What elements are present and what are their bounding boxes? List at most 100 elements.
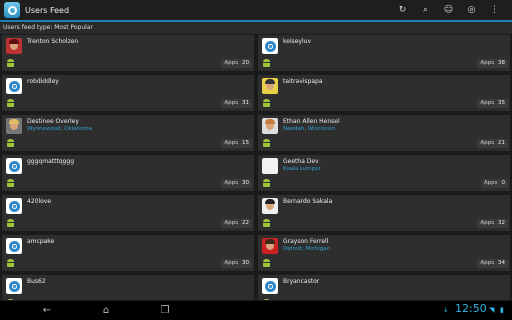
apps-label: Apps bbox=[480, 100, 494, 106]
user-name: Ethan Allen Hensel bbox=[283, 118, 340, 125]
user-card[interactable]: Bryancastor bbox=[258, 275, 510, 300]
android-icon bbox=[6, 99, 15, 107]
avatar[interactable] bbox=[6, 198, 22, 214]
user-card[interactable]: taitravispapa Apps 35 bbox=[258, 75, 510, 111]
back-icon[interactable]: ← bbox=[36, 303, 58, 318]
apps-count: 32 bbox=[498, 220, 505, 226]
profile-icon[interactable]: ☺ bbox=[437, 0, 460, 20]
user-name: amcpake bbox=[27, 238, 55, 245]
apps-count-badge: Apps 38 bbox=[477, 59, 508, 68]
avatar[interactable] bbox=[262, 198, 278, 214]
user-card[interactable]: gggqmatttqggg Apps 30 bbox=[2, 155, 254, 191]
apps-count: 20 bbox=[242, 60, 249, 66]
user-name: Bryancastor bbox=[283, 278, 320, 285]
avatar[interactable] bbox=[6, 118, 22, 134]
app-logo-icon[interactable] bbox=[4, 2, 20, 18]
apps-label: Apps bbox=[480, 60, 494, 66]
apps-label: Apps bbox=[480, 220, 494, 226]
apps-label: Apps bbox=[480, 260, 494, 266]
android-icon bbox=[262, 179, 271, 187]
apps-count-badge: Apps 15 bbox=[221, 139, 252, 148]
avatar[interactable] bbox=[6, 278, 22, 294]
clock: 12:50 bbox=[455, 302, 487, 315]
avatar[interactable] bbox=[262, 78, 278, 94]
apps-label: Apps bbox=[483, 180, 498, 186]
avatar[interactable] bbox=[262, 158, 278, 174]
avatar[interactable] bbox=[262, 118, 278, 134]
user-name: Destinee Overley bbox=[27, 118, 79, 125]
apps-count-badge: Apps 21 bbox=[477, 139, 508, 148]
user-card[interactable]: Geetha Dev Kuala Lumpur Apps 0 bbox=[258, 155, 510, 191]
download-icon: ↓ bbox=[443, 306, 449, 314]
android-icon bbox=[6, 219, 15, 227]
android-icon bbox=[6, 59, 15, 67]
android-icon bbox=[262, 99, 271, 107]
user-name: kelseyluv bbox=[283, 38, 312, 45]
avatar[interactable] bbox=[262, 278, 278, 294]
navigation-bar: ← ⌂ ❐ ↓ 12:50 ◥ ▮ bbox=[0, 301, 512, 320]
user-card[interactable]: robdiddley Apps 31 bbox=[2, 75, 254, 111]
avatar[interactable] bbox=[262, 38, 278, 54]
avatar[interactable] bbox=[6, 78, 22, 94]
user-name: 420love bbox=[27, 198, 52, 205]
apps-label: Apps bbox=[224, 180, 238, 186]
user-location: Detroit, Michigan bbox=[283, 246, 331, 252]
apps-count: 35 bbox=[498, 100, 505, 106]
apps-label: Apps bbox=[224, 100, 238, 106]
user-card[interactable]: Destinee Overley Wynnewood, Oklahoma Apps 1… bbox=[2, 115, 254, 151]
apps-count: 21 bbox=[498, 140, 505, 146]
apps-count-badge: Apps 30 bbox=[221, 179, 252, 188]
apps-count-badge: Apps 0 bbox=[480, 179, 508, 188]
apps-label: Apps bbox=[224, 220, 238, 226]
action-buttons: ↻ ⌕ ☺ ◎ ⋮ bbox=[391, 0, 506, 20]
user-card[interactable]: Bernardo Sakala Apps 32 bbox=[258, 195, 510, 231]
user-card[interactable]: Bus62 bbox=[2, 275, 254, 300]
app-title: Users Feed bbox=[25, 5, 70, 15]
feed-type-label: Users feed type: Most Popular bbox=[0, 22, 512, 34]
cloud-icon[interactable]: ◎ bbox=[460, 0, 483, 20]
home-icon[interactable]: ⌂ bbox=[95, 303, 117, 318]
user-card[interactable]: Trenton Scholzen Apps 20 bbox=[2, 35, 254, 71]
android-icon bbox=[262, 59, 271, 67]
avatar[interactable] bbox=[6, 38, 22, 54]
user-location: Wynnewood, Oklahoma bbox=[27, 126, 93, 132]
android-icon bbox=[262, 219, 271, 227]
apps-count: 31 bbox=[242, 100, 249, 106]
apps-count-badge: Apps 34 bbox=[477, 259, 508, 268]
user-name: taitravispapa bbox=[283, 78, 323, 85]
apps-label: Apps bbox=[224, 140, 238, 146]
user-card[interactable]: Grayson Ferrell Detroit, Michigan Apps 34 bbox=[258, 235, 510, 271]
android-icon bbox=[262, 139, 271, 147]
search-icon[interactable]: ⌕ bbox=[414, 0, 437, 20]
android-icon bbox=[262, 259, 271, 267]
user-name: Grayson Ferrell bbox=[283, 238, 329, 245]
user-name: Bernardo Sakala bbox=[283, 198, 333, 205]
apps-count: 30 bbox=[242, 180, 249, 186]
apps-count: 15 bbox=[242, 140, 249, 146]
user-card[interactable]: Ethan Allen Hensel Needah, Wisconsin Apps 2… bbox=[258, 115, 510, 151]
user-location: Kuala Lumpur bbox=[283, 166, 321, 172]
apps-count-badge: Apps 22 bbox=[221, 219, 252, 228]
apps-label: Apps bbox=[224, 260, 238, 266]
avatar[interactable] bbox=[6, 238, 22, 254]
user-card[interactable]: amcpake Apps 30 bbox=[2, 235, 254, 271]
recent-apps-icon[interactable]: ❐ bbox=[154, 303, 176, 318]
apps-count-badge: Apps 30 bbox=[221, 259, 252, 268]
apps-count-badge: Apps 20 bbox=[221, 59, 252, 68]
android-icon bbox=[6, 259, 15, 267]
android-icon bbox=[6, 179, 15, 187]
avatar[interactable] bbox=[6, 158, 22, 174]
android-icon bbox=[6, 299, 15, 300]
user-name: gggqmatttqggg bbox=[27, 158, 75, 165]
apps-label: Apps bbox=[480, 140, 494, 146]
user-grid: Trenton Scholzen Apps 20 kelseyluv Apps 38 rob… bbox=[2, 35, 510, 300]
sync-icon[interactable]: ↻ bbox=[391, 0, 414, 20]
user-name: Bus62 bbox=[27, 278, 46, 285]
apps-count-badge: Apps 32 bbox=[477, 219, 508, 228]
user-card[interactable]: 420love Apps 22 bbox=[2, 195, 254, 231]
user-card[interactable]: kelseyluv Apps 38 bbox=[258, 35, 510, 71]
avatar[interactable] bbox=[262, 238, 278, 254]
user-name: Trenton Scholzen bbox=[27, 38, 79, 45]
overflow-icon[interactable]: ⋮ bbox=[483, 0, 506, 20]
wifi-icon: ◥ bbox=[489, 306, 495, 314]
